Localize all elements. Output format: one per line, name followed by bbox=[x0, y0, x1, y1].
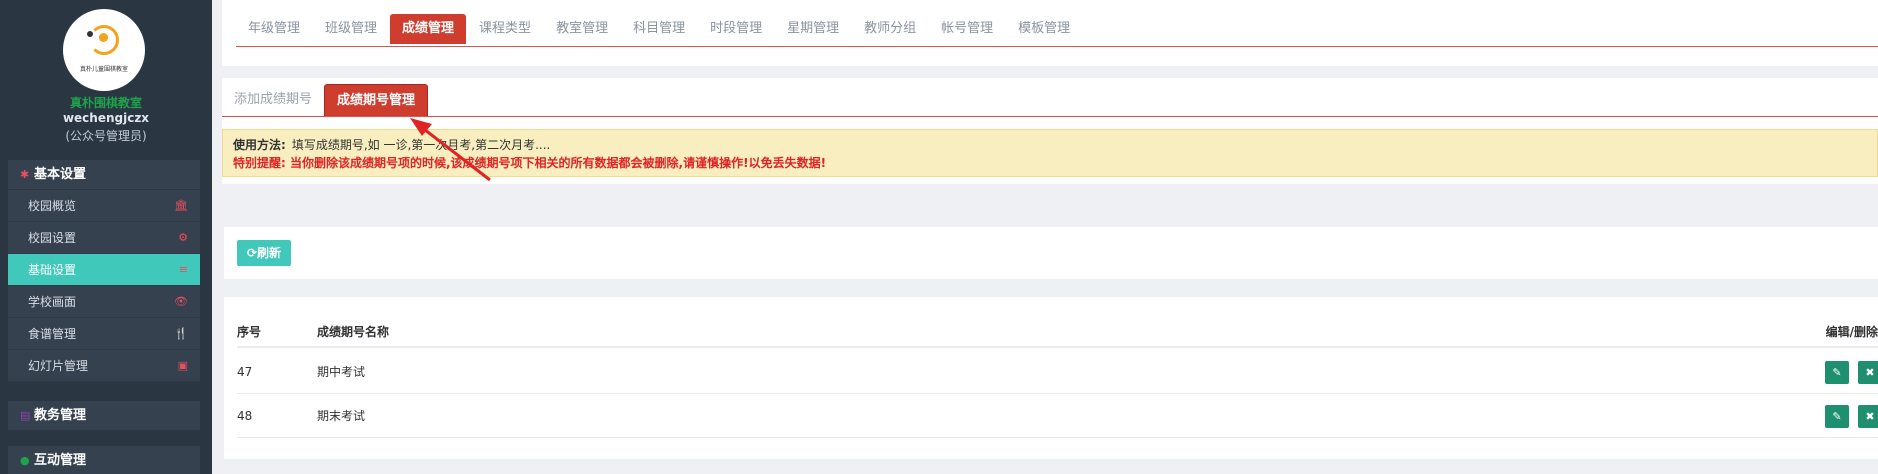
logo-eye-icon bbox=[87, 31, 93, 37]
sidebar-item-label: 学校画面 bbox=[28, 295, 77, 309]
chat-icon: ● bbox=[20, 454, 30, 467]
gear-icon: ⚙ bbox=[178, 231, 188, 244]
sub-tabs: 添加成绩期号 成绩期号管理 bbox=[222, 84, 1878, 117]
sidebar-section-head-basic[interactable]: ✱ 基本设置 bbox=[8, 160, 200, 190]
sidebar-item-label: 食谱管理 bbox=[28, 327, 77, 341]
sidebar-item-school-gallery[interactable]: 学校画面 👁 bbox=[8, 286, 200, 318]
school-name: 真朴围棋教室 bbox=[69, 96, 142, 110]
sidebar-item-label: 幻灯片管理 bbox=[28, 359, 89, 373]
account-role: (公众号管理员) bbox=[65, 129, 147, 143]
top-tabs: 年级管理 班级管理 成绩管理 课程类型 教室管理 科目管理 时段管理 星期管理 … bbox=[236, 14, 1878, 47]
header-actions: 编辑/删除 bbox=[1825, 325, 1878, 339]
sidebar-section-basic: ✱ 基本设置 校园概览 🏛 校园设置 ⚙ 基础设置 ≡ 学校画面 👁 食谱管理 🍴… bbox=[8, 160, 200, 382]
toolbar: ⟳刷新 bbox=[224, 227, 1878, 279]
table-header: 序号 成绩期号名称 编辑/删除 bbox=[237, 316, 1878, 348]
tab-class[interactable]: 班级管理 bbox=[313, 14, 389, 44]
tab-score[interactable]: 成绩管理 bbox=[390, 14, 467, 44]
warning-text: 特别提醒: 当你删除该成绩期号项的时候,该成绩期号项下相关的所有数据都会被删除,… bbox=[233, 156, 827, 170]
tab-add-score-period[interactable]: 添加成绩期号 bbox=[222, 84, 324, 116]
row-id: 47 bbox=[237, 365, 253, 379]
tab-subject[interactable]: 科目管理 bbox=[621, 14, 697, 44]
usage-notice: 使用方法: 填写成绩期号,如 一诊,第一次月考,第二次月考.... 特别提醒: 当… bbox=[222, 129, 1878, 177]
header-id: 序号 bbox=[237, 325, 262, 339]
sidebar-section-head-academic[interactable]: ▤ 教务管理 bbox=[8, 401, 200, 431]
bank-icon: 🏛 bbox=[174, 199, 188, 212]
row-name: 期末考试 bbox=[317, 409, 366, 423]
score-period-panel: 添加成绩期号 成绩期号管理 使用方法: 填写成绩期号,如 一诊,第一次月考,第二次… bbox=[222, 78, 1878, 184]
sidebar-section-head-interaction[interactable]: ● 互动管理 bbox=[8, 446, 200, 474]
sidebar-item-label: 校园概览 bbox=[28, 199, 77, 213]
sidebar-item-basic-settings[interactable]: 基础设置 ≡ bbox=[8, 254, 200, 286]
logo-text: 真朴儿童围棋教室 bbox=[79, 66, 128, 73]
sidebar-item-label: 校园设置 bbox=[28, 231, 77, 245]
tab-course-type[interactable]: 课程类型 bbox=[467, 14, 543, 44]
tab-classroom[interactable]: 教室管理 bbox=[544, 14, 620, 44]
usage-line: 使用方法: 填写成绩期号,如 一诊,第一次月考,第二次月考.... bbox=[233, 136, 1867, 154]
usage-text: 填写成绩期号,如 一诊,第一次月考,第二次月考.... bbox=[291, 138, 551, 152]
tab-teacher-group[interactable]: 教师分组 bbox=[852, 14, 928, 44]
tab-template[interactable]: 模板管理 bbox=[1006, 14, 1082, 44]
account-name: wechengjczx bbox=[62, 111, 150, 125]
sidebar-item-recipe[interactable]: 食谱管理 🍴 bbox=[8, 318, 200, 350]
sidebar-item-campus-settings[interactable]: 校园设置 ⚙ bbox=[8, 222, 200, 254]
sidebar-section-academic: ▤ 教务管理 bbox=[8, 401, 200, 431]
sidebar-item-label: 基础设置 bbox=[28, 263, 77, 277]
avatar: 真朴儿童围棋教室 bbox=[63, 9, 145, 91]
tab-timeslot[interactable]: 时段管理 bbox=[698, 14, 774, 44]
tab-grade[interactable]: 年级管理 bbox=[236, 14, 312, 44]
section-title: 基本设置 bbox=[34, 167, 87, 182]
sidebar-section-interaction: ● 互动管理 bbox=[8, 446, 200, 474]
cutlery-icon: 🍴 bbox=[174, 327, 188, 340]
score-period-table: 序号 成绩期号名称 编辑/删除 47 期中考试 ✎ ✖ 48 期末考试 ✎ ✖ bbox=[224, 297, 1878, 459]
edit-button[interactable]: ✎ bbox=[1825, 405, 1849, 428]
table-row: 48 期末考试 ✎ ✖ bbox=[237, 394, 1878, 438]
sidebar: 真朴儿童围棋教室 真朴围棋教室 wechengjczx (公众号管理员) ✱ 基本… bbox=[0, 0, 212, 474]
sidebar-item-slides[interactable]: 幻灯片管理 ▣ bbox=[8, 350, 200, 382]
top-tab-bar: 年级管理 班级管理 成绩管理 课程类型 教室管理 科目管理 时段管理 星期管理 … bbox=[222, 0, 1878, 66]
table-row: 47 期中考试 ✎ ✖ bbox=[237, 350, 1878, 394]
section-title: 教务管理 bbox=[34, 408, 87, 423]
tab-account[interactable]: 帐号管理 bbox=[929, 14, 1005, 44]
refresh-button[interactable]: ⟳刷新 bbox=[237, 240, 291, 266]
eye-icon: 👁 bbox=[174, 295, 188, 308]
row-name: 期中考试 bbox=[317, 365, 366, 379]
database-icon: ▤ bbox=[20, 409, 31, 422]
tab-score-period-manage[interactable]: 成绩期号管理 bbox=[324, 84, 429, 116]
edit-button[interactable]: ✎ bbox=[1825, 361, 1849, 384]
sidebar-item-campus-overview[interactable]: 校园概览 🏛 bbox=[8, 190, 200, 222]
row-id: 48 bbox=[237, 409, 253, 423]
image-icon: ▣ bbox=[177, 359, 188, 372]
list-icon: ≡ bbox=[178, 263, 188, 276]
usage-label: 使用方法: bbox=[233, 138, 286, 152]
gear-icon: ✱ bbox=[20, 168, 30, 181]
section-title: 互动管理 bbox=[34, 453, 87, 468]
logo-dot-icon bbox=[99, 33, 108, 42]
delete-button[interactable]: ✖ bbox=[1858, 405, 1878, 428]
tab-weekday[interactable]: 星期管理 bbox=[775, 14, 851, 44]
delete-button[interactable]: ✖ bbox=[1858, 361, 1878, 384]
header-name: 成绩期号名称 bbox=[317, 325, 390, 339]
